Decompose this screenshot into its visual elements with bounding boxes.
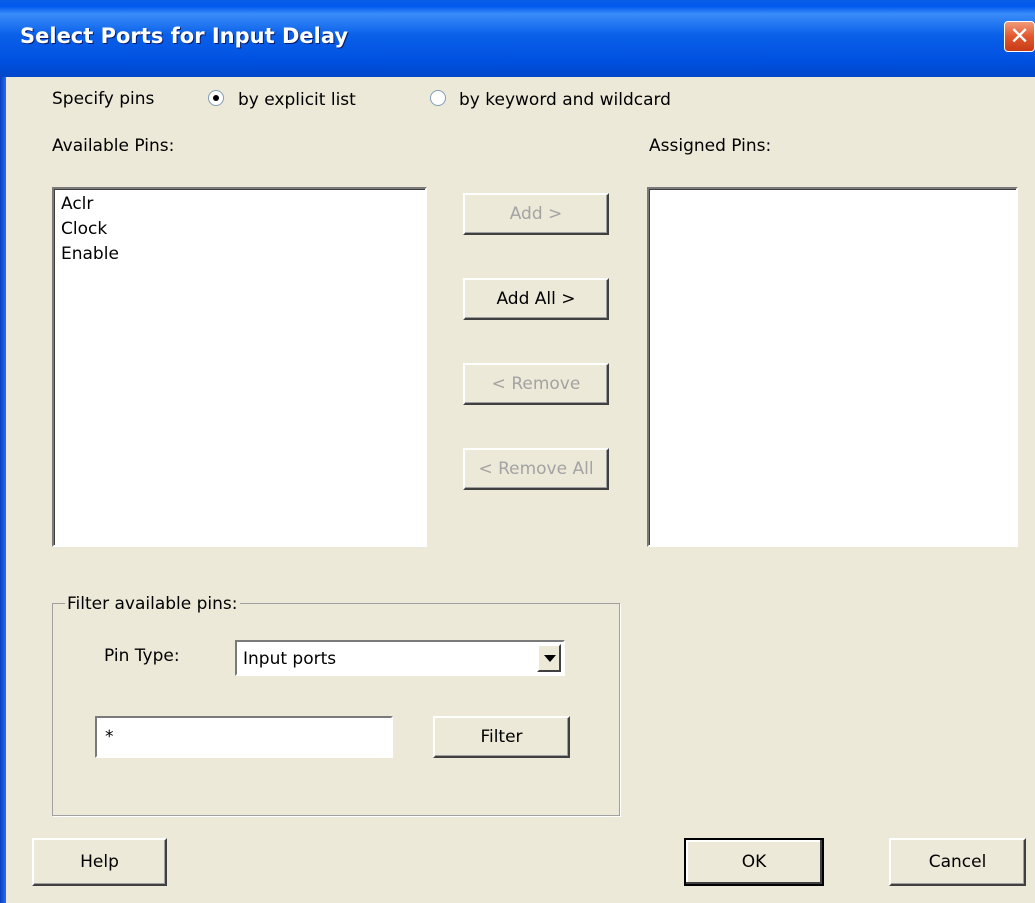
remove-all-button[interactable]: < Remove All [463, 448, 609, 490]
available-pins-list[interactable]: Aclr Clock Enable [52, 187, 427, 547]
radio-selected-dot [213, 95, 219, 101]
pin-type-label: Pin Type: [104, 646, 180, 666]
ok-button[interactable]: OK [684, 838, 824, 886]
assigned-pins-list[interactable] [647, 187, 1018, 547]
list-item-clock[interactable]: Clock [61, 219, 107, 239]
list-item-aclr[interactable]: Aclr [61, 194, 93, 214]
pin-type-value: Input ports [243, 649, 337, 669]
close-button[interactable]: ✕ [1004, 21, 1035, 52]
assigned-pins-label: Assigned Pins: [649, 136, 772, 156]
filter-button[interactable]: Filter [433, 716, 570, 758]
dropdown-button[interactable] [537, 644, 561, 672]
add-button[interactable]: Add > [463, 193, 609, 235]
chevron-down-icon [544, 655, 556, 662]
list-item-enable[interactable]: Enable [61, 244, 119, 264]
filter-group [52, 603, 620, 816]
radio-keyword-wildcard[interactable] [430, 90, 446, 106]
add-all-button[interactable]: Add All > [463, 278, 609, 320]
title-bar: Select Ports for Input Delay ✕ [0, 0, 1035, 77]
window-title: Select Ports for Input Delay [20, 24, 349, 48]
specify-pins-label: Specify pins [52, 89, 155, 109]
radio-explicit-list-label[interactable]: by explicit list [238, 90, 356, 110]
help-button[interactable]: Help [32, 838, 167, 886]
radio-keyword-wildcard-label[interactable]: by keyword and wildcard [459, 90, 671, 110]
close-icon: ✕ [1009, 22, 1030, 50]
window-frame-left [0, 77, 6, 903]
available-pins-label: Available Pins: [52, 136, 175, 156]
filter-group-label: Filter available pins: [65, 594, 240, 614]
filter-pattern-input[interactable] [95, 716, 393, 758]
cancel-button[interactable]: Cancel [889, 838, 1026, 886]
radio-explicit-list[interactable] [208, 90, 224, 106]
pin-type-select[interactable]: Input ports [235, 640, 565, 676]
remove-button[interactable]: < Remove [463, 363, 609, 405]
